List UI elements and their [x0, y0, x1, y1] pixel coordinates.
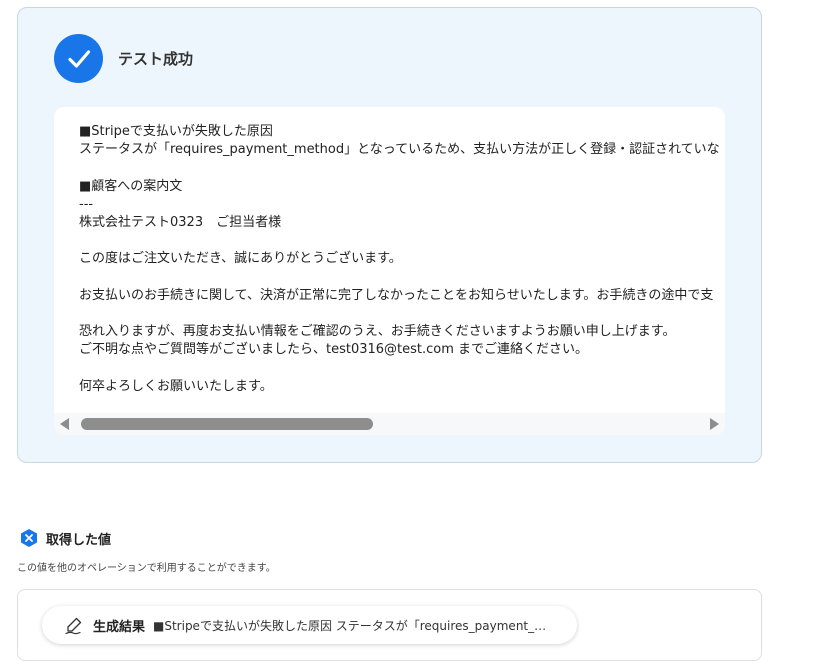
- generated-result-value: ■Stripeで支払いが失敗した原因 ステータスが「requires_payme…: [153, 618, 554, 633]
- output-text-box[interactable]: ■Stripeで支払いが失敗した原因 ステータスが「requires_payme…: [54, 107, 725, 435]
- test-result-panel: テスト成功 ■Stripeで支払いが失敗した原因 ステータスが「requires…: [17, 7, 762, 463]
- generated-result-pill[interactable]: 生成結果 ■Stripeで支払いが失敗した原因 ステータスが「requires_…: [42, 606, 577, 644]
- output-text: ■Stripeで支払いが失敗した原因 ステータスが「requires_payme…: [79, 124, 720, 394]
- pen-icon: [64, 615, 84, 635]
- scroll-right-arrow-icon[interactable]: [710, 418, 719, 430]
- scroll-left-arrow-icon[interactable]: [60, 418, 69, 430]
- acquired-values-header: 取得した値: [19, 528, 111, 548]
- scroll-thumb[interactable]: [81, 418, 373, 430]
- test-status-title: テスト成功: [118, 50, 194, 68]
- acquired-values-description: この値を他のオペレーションで利用することができます。: [17, 563, 276, 574]
- generated-result-label: 生成結果: [93, 619, 146, 635]
- acquired-values-title: 取得した値: [46, 532, 112, 548]
- horizontal-scrollbar[interactable]: [54, 413, 725, 435]
- x-badge-icon: [19, 528, 39, 548]
- acquired-values-box: 生成結果 ■Stripeで支払いが失敗した原因 ステータスが「requires_…: [17, 589, 762, 661]
- check-circle-icon: [54, 34, 103, 83]
